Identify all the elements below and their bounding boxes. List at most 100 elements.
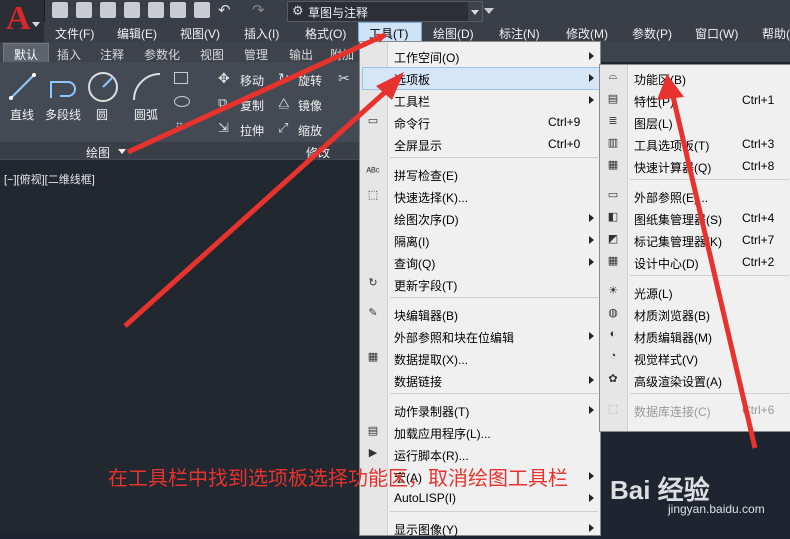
palette-menu-item[interactable]: ✿ 高级渲染设置(A) <box>600 369 790 391</box>
menu-item-4[interactable]: 格式(O) <box>305 25 346 42</box>
palette-menu-item[interactable]: ⌓ 功能区(B) <box>600 67 790 89</box>
tools-menu-item[interactable]: 工具栏 <box>360 89 600 111</box>
undo-icon[interactable]: ↶ <box>218 1 231 19</box>
shortcut-text: Ctrl+1 <box>742 93 775 107</box>
move-icon[interactable]: ✥ <box>218 70 230 87</box>
tools-menu-item[interactable]: ▭ 命令行 Ctrl+9 <box>360 111 600 133</box>
stretch-tool-label[interactable]: 拉伸 <box>240 122 264 139</box>
tools-menu-item[interactable]: ⬚ 快速选择(K)... <box>360 185 600 207</box>
line-tool-label[interactable]: 直线 <box>10 106 34 123</box>
tools-menu-label: 工作空间(O) <box>394 51 460 65</box>
palette-menu-item[interactable]: ▤ 特性(P) Ctrl+1 <box>600 89 790 111</box>
palette-menu-item[interactable]: ≣ 图层(L) <box>600 111 790 133</box>
palette-menu-item[interactable]: ◐ 材质编辑器(M) <box>600 325 790 347</box>
tools-menu-item[interactable]: ✎ 块编辑器(B) <box>360 303 600 325</box>
quick-access-dropdown-icon[interactable] <box>484 8 494 14</box>
tools-menu-item[interactable]: ↻ 更新字段(T) <box>360 273 600 295</box>
menu-item-2[interactable]: 视图(V) <box>180 25 220 42</box>
circle-tool-icon[interactable] <box>86 70 120 104</box>
circle-tool-label[interactable]: 圆 <box>96 106 108 123</box>
export-icon[interactable] <box>170 2 186 18</box>
menu-item-10[interactable]: 窗口(W) <box>695 25 738 42</box>
menu-item-11[interactable]: 帮助( <box>762 25 790 42</box>
tools-menu-label: AutoLISP(I) <box>394 491 457 505</box>
menu-item-7[interactable]: 标注(N) <box>499 25 540 42</box>
tools-menu-item[interactable]: 绘图次序(D) <box>360 207 600 229</box>
palette-menu-item[interactable]: ▦ 快速计算器(Q) Ctrl+8 <box>600 155 790 177</box>
tools-menu-item[interactable]: 显示图像(Y) <box>360 517 600 539</box>
open-folder-icon[interactable] <box>76 2 92 18</box>
rectangle-tool-icon[interactable] <box>174 72 188 84</box>
menu-item-0[interactable]: 文件(F) <box>55 25 94 42</box>
palette-menu-item[interactable]: ▥ 工具选项板(T) Ctrl+3 <box>600 133 790 155</box>
tools-menu-item[interactable]: 工作空间(O) <box>360 45 600 67</box>
palette-menu-item[interactable]: ◧ 图纸集管理器(S) Ctrl+4 <box>600 207 790 229</box>
workspace-selector[interactable]: ⚙ 草图与注释 <box>287 1 483 22</box>
arc-tool-icon[interactable] <box>130 70 164 104</box>
new-file-icon[interactable] <box>52 2 68 18</box>
save-icon[interactable] <box>100 2 116 18</box>
tools-menu-item[interactable]: ᴬᴮᶜ 拼写检查(E) <box>360 163 600 185</box>
chevron-down-icon[interactable] <box>118 149 126 154</box>
tools-menu-item[interactable]: 查询(Q) <box>360 251 600 273</box>
scale-tool-label[interactable]: 缩放 <box>298 122 322 139</box>
arc-tool-label[interactable]: 圆弧 <box>134 106 158 123</box>
save-as-icon[interactable] <box>124 2 140 18</box>
tab-5[interactable]: 管理 <box>244 46 268 63</box>
copy-icon[interactable]: ⧉ <box>218 95 227 111</box>
line-tool-icon[interactable] <box>8 72 38 102</box>
viewport-controls[interactable]: [−][俯视][二维线框] <box>4 171 95 187</box>
menu-item-3[interactable]: 插入(I) <box>244 25 279 42</box>
mirror-tool-label[interactable]: 镜像 <box>298 97 322 114</box>
print-icon[interactable] <box>194 2 210 18</box>
modify-panel-title[interactable]: 修改 <box>306 144 330 161</box>
stretch-icon[interactable]: ⇲ <box>218 120 229 136</box>
draw-panel-title[interactable]: 绘图 <box>86 144 110 161</box>
menu-item-9[interactable]: 参数(P) <box>632 25 672 42</box>
menu-tools[interactable]: 工具(T) <box>358 22 422 43</box>
chevron-down-icon[interactable] <box>468 2 482 21</box>
tab-default[interactable]: 默认 <box>3 43 49 64</box>
copy-tool-label[interactable]: 复制 <box>240 97 264 114</box>
mirror-icon[interactable]: ⧋ <box>278 95 290 111</box>
tab-4[interactable]: 视图 <box>200 46 224 63</box>
tools-menu-item[interactable]: 数据链接 <box>360 369 600 391</box>
palette-menu-item[interactable]: ▦ 设计中心(D) Ctrl+2 <box>600 251 790 273</box>
palette-menu-item[interactable]: ◔ 视觉样式(V) <box>600 347 790 369</box>
tools-menu-label: 全屏显示 <box>394 139 443 153</box>
tools-menu-item[interactable]: 隔离(I) <box>360 229 600 251</box>
scale-icon[interactable]: ⤢ <box>278 120 288 136</box>
palette-menu-item[interactable]: ◍ 材质浏览器(B) <box>600 303 790 325</box>
tab-2[interactable]: 注释 <box>100 46 124 63</box>
polyline-tool-label[interactable]: 多段线 <box>45 106 81 123</box>
autocad-logo[interactable]: A <box>0 0 45 42</box>
publish-icon[interactable] <box>148 2 164 18</box>
tools-menu-item[interactable]: ▤ 加载应用程序(L)... <box>360 421 600 443</box>
rotate-tool-label[interactable]: 旋转 <box>298 72 322 89</box>
palette-menu-item[interactable]: ▭ 外部参照(E)... <box>600 185 790 207</box>
polyline-tool-icon[interactable] <box>48 72 80 102</box>
tab-3[interactable]: 参数化 <box>144 46 180 63</box>
tools-menu-item[interactable]: 选项板 <box>360 67 600 89</box>
palette-menu-label: 光源(L) <box>634 287 673 301</box>
tools-menu-item[interactable]: ▦ 数据提取(X)... <box>360 347 600 369</box>
tools-menu-item[interactable]: 动作录制器(T) <box>360 399 600 421</box>
ellipse-tool-icon[interactable] <box>174 96 190 107</box>
move-tool-label[interactable]: 移动 <box>240 72 264 89</box>
menu-item-1[interactable]: 编辑(E) <box>117 25 157 42</box>
palette-menu-item[interactable]: ◩ 标记集管理器(K) Ctrl+7 <box>600 229 790 251</box>
tab-7[interactable]: 附加 <box>330 46 354 63</box>
hatch-tool-icon[interactable]: ⌗ <box>176 118 183 133</box>
menu-item-6[interactable]: 绘图(D) <box>433 25 474 42</box>
trim-icon[interactable]: ✂ <box>338 70 350 87</box>
menu-item-8[interactable]: 修改(M) <box>566 25 608 42</box>
palette-menu-item[interactable]: ☀ 光源(L) <box>600 281 790 303</box>
tab-1[interactable]: 插入 <box>57 46 81 63</box>
redo-icon[interactable]: ↷ <box>252 1 265 19</box>
palette-menu-label: 设计中心(D) <box>634 257 699 271</box>
tab-6[interactable]: 输出 <box>289 46 313 63</box>
rotate-icon[interactable]: ↻ <box>278 70 290 87</box>
tools-menu-label: 显示图像(Y) <box>394 523 458 537</box>
tools-menu-item[interactable]: 外部参照和块在位编辑 <box>360 325 600 347</box>
tools-menu-item[interactable]: 全屏显示 Ctrl+0 <box>360 133 600 155</box>
